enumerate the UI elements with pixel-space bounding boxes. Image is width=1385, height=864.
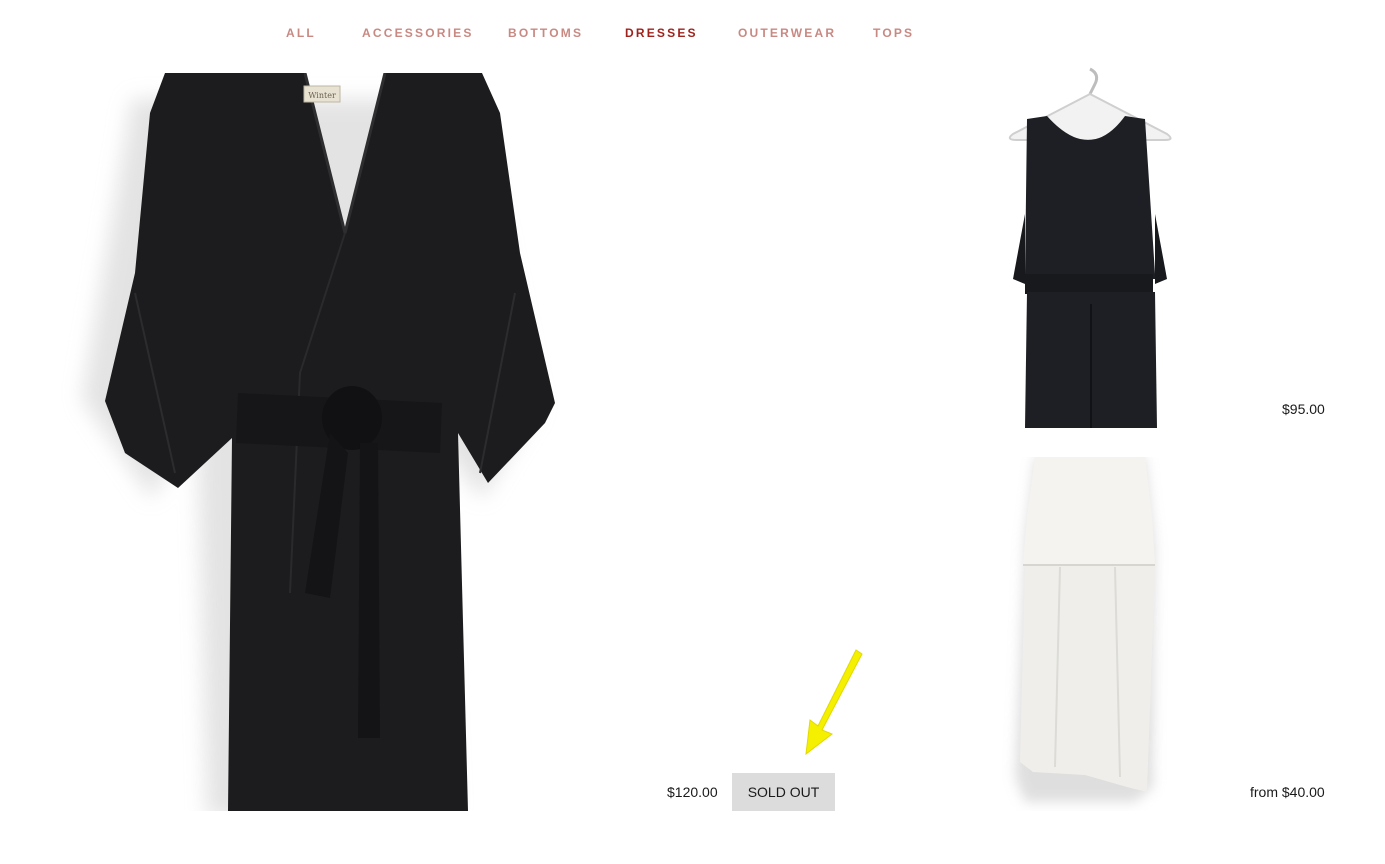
category-nav: ALL ACCESSORIES BOTTOMS DRESSES OUTERWEA…	[0, 0, 1385, 64]
product-price-jumpsuit: $95.00	[1282, 401, 1325, 417]
product-price-wrap-dress: $120.00	[667, 784, 718, 800]
product-image-jumpsuit[interactable]	[855, 64, 1325, 428]
svg-text:Winter: Winter	[308, 91, 336, 100]
product-price-white-dress: from $40.00	[1250, 784, 1325, 800]
product-card-wrap-dress[interactable]: Winter	[0, 73, 660, 811]
nav-item-outerwear[interactable]: OUTERWEAR	[738, 26, 836, 40]
sold-out-badge: SOLD OUT	[732, 773, 835, 811]
nav-item-accessories[interactable]: ACCESSORIES	[362, 26, 474, 40]
annotation-arrow-icon	[805, 649, 863, 756]
nav-item-dresses[interactable]: DRESSES	[625, 26, 698, 40]
product-image-wrap-dress[interactable]: Winter	[0, 73, 660, 811]
product-card-white-dress[interactable]	[855, 457, 1325, 811]
nav-item-all[interactable]: ALL	[286, 26, 316, 40]
product-image-white-dress[interactable]	[855, 457, 1325, 811]
nav-item-tops[interactable]: TOPS	[873, 26, 914, 40]
nav-item-bottoms[interactable]: BOTTOMS	[508, 26, 583, 40]
product-card-jumpsuit[interactable]	[855, 64, 1325, 428]
